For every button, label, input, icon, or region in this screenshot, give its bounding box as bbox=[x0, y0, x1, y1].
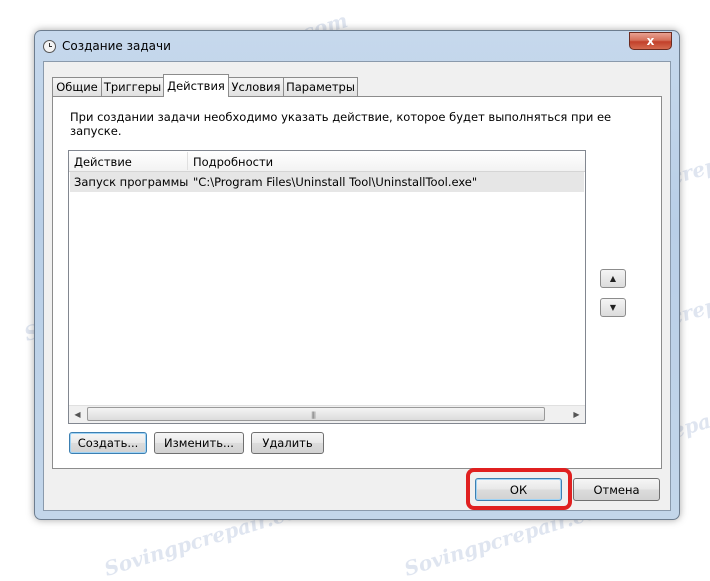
tab-actions[interactable]: Действия bbox=[163, 74, 229, 97]
tab-conditions[interactable]: Условия bbox=[228, 77, 284, 96]
actions-list[interactable]: Действие Подробности Запуск программы "C… bbox=[68, 150, 586, 424]
close-button[interactable]: x bbox=[629, 32, 672, 50]
ok-highlight-frame bbox=[466, 468, 572, 510]
column-divider[interactable] bbox=[187, 152, 188, 170]
column-header-details[interactable]: Подробности bbox=[193, 155, 273, 169]
close-icon: x bbox=[646, 34, 655, 48]
clock-icon bbox=[43, 40, 56, 53]
column-header-action[interactable]: Действие bbox=[74, 155, 132, 169]
triangle-up-icon: ▲ bbox=[609, 274, 617, 283]
grip-icon: ||| bbox=[311, 411, 316, 419]
title-bar[interactable]: Создание задачи x bbox=[35, 31, 679, 61]
scrollbar-thumb[interactable]: ||| bbox=[87, 407, 545, 421]
move-up-button[interactable]: ▲ bbox=[600, 269, 626, 288]
actions-description: При создании задачи необходимо указать д… bbox=[70, 110, 612, 138]
tab-general[interactable]: Общие bbox=[52, 77, 102, 96]
move-down-button[interactable]: ▼ bbox=[600, 298, 626, 317]
horizontal-scrollbar[interactable]: ◀ ||| ▶ bbox=[69, 405, 585, 423]
table-row[interactable]: Запуск программы "C:\Program Files\Unins… bbox=[70, 172, 584, 192]
task-dialog-window: Создание задачи x Общие Триггеры Действи… bbox=[34, 30, 680, 520]
row-details-cell: "C:\Program Files\Uninstall Tool\Uninsta… bbox=[193, 175, 478, 189]
tab-triggers[interactable]: Триггеры bbox=[101, 77, 164, 96]
edit-button[interactable]: Изменить... bbox=[154, 432, 244, 454]
scroll-left-icon[interactable]: ◀ bbox=[69, 406, 86, 423]
triangle-down-icon: ▼ bbox=[609, 303, 617, 312]
delete-button[interactable]: Удалить bbox=[251, 432, 324, 454]
cancel-button[interactable]: Отмена bbox=[573, 478, 660, 501]
window-title: Создание задачи bbox=[62, 39, 171, 53]
dialog-client-area: Общие Триггеры Действия Условия Параметр… bbox=[43, 61, 671, 511]
scroll-right-icon[interactable]: ▶ bbox=[568, 406, 585, 423]
actions-tab-panel: При создании задачи необходимо указать д… bbox=[52, 96, 662, 469]
list-header: Действие Подробности bbox=[69, 151, 585, 172]
create-button[interactable]: Создать... bbox=[69, 432, 147, 454]
row-action-cell: Запуск программы bbox=[74, 175, 189, 189]
tab-settings[interactable]: Параметры bbox=[283, 77, 358, 96]
